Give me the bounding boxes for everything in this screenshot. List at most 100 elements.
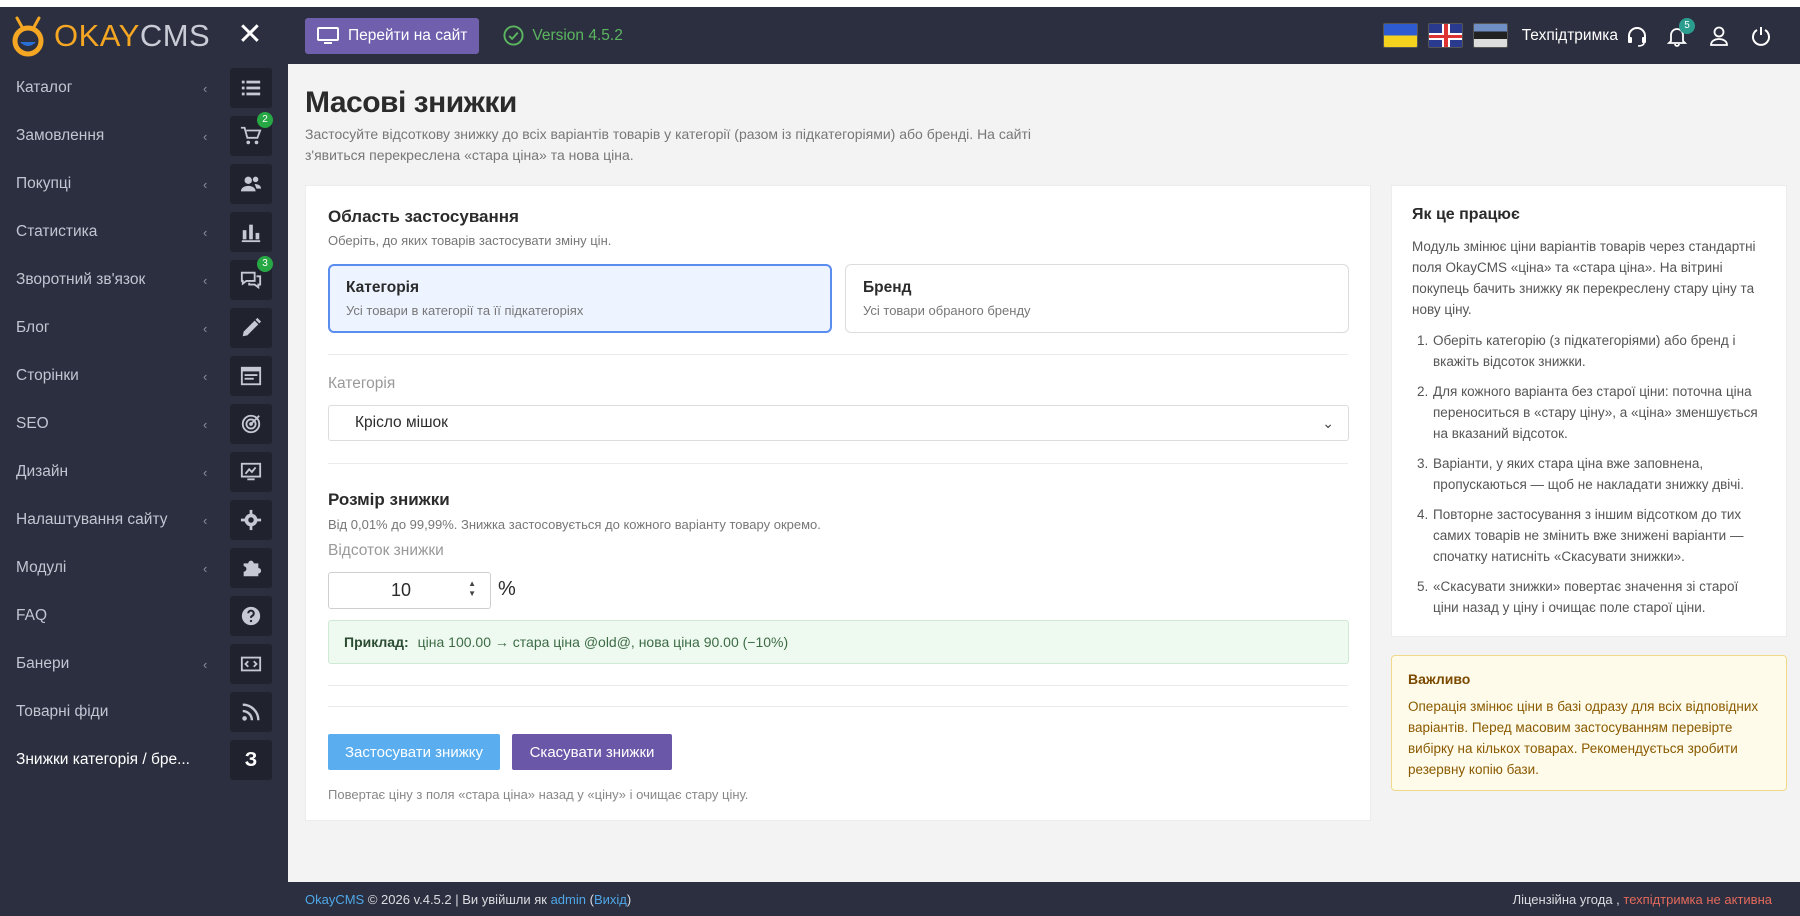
sidebar-item-orders[interactable]: Замовлення ‹ 2 [0,112,288,160]
how-step: Оберіть категорію (з підкатегоріями) або… [1432,330,1766,372]
sidebar-item-faq[interactable]: FAQ [0,592,288,640]
topbar: Перейти на сайт Version 4.5.2 Техпідтрим… [288,7,1800,64]
users-icon [230,164,272,204]
sidebar-item-blog[interactable]: Блог ‹ [0,304,288,352]
scope-option-title: Бренд [863,279,912,296]
feedback-count-badge: 3 [257,256,273,272]
logo-text: OKAYCMS [54,18,210,54]
how-step: Повторне застосування з іншим відсотком … [1432,504,1766,567]
profile-button[interactable] [1698,15,1740,57]
logo-cms: CMS [139,17,211,53]
sidebar-item-label: Налаштування сайту [16,511,168,528]
support-status-link[interactable]: техпідтримка не активна [1623,892,1772,907]
notifications-badge: 5 [1679,17,1695,34]
how-intro: Модуль змінює ціни варіантів товарів чер… [1412,239,1756,317]
warning-title: Важливо [1408,671,1471,687]
license-link[interactable]: Ліцензійна угода , [1513,892,1620,907]
bar-chart-icon [230,212,272,252]
support-link[interactable]: Техпідтримка [1522,25,1648,47]
orders-count-badge: 2 [257,112,273,128]
chevron-left-icon: ‹ [203,368,208,384]
gear-icon [230,500,272,540]
footer: OkayCMS © 2026 v.4.5.2 | Ви увійшли як a… [288,882,1800,916]
chevron-left-icon: ‹ [203,176,208,192]
okay-logo-icon [10,14,46,58]
category-select-value: Крісло мішок [355,414,448,431]
warning-card: Важливо Операція змінює ціни в базі одра… [1391,655,1787,791]
rss-icon [230,692,272,732]
sidebar-item-modules[interactable]: Модулі ‹ [0,544,288,592]
scope-title: Область застосування [328,207,519,226]
scope-option-desc: Усі товари в категорії та її підкатегорі… [346,303,584,318]
footer-user-link[interactable]: admin [551,892,586,907]
logout-button[interactable] [1740,15,1782,57]
sidebar-item-customers[interactable]: Покупці ‹ [0,160,288,208]
sidebar-item-label: SEO [16,415,49,432]
window-top-strip [0,0,1800,7]
how-steps-list: Оберіть категорію (з підкатегоріями) або… [1412,330,1766,618]
chevron-left-icon: ‹ [203,272,208,288]
banner-icon [230,644,272,684]
discount-percent-input[interactable]: 10 ▲ ▼ [328,572,491,609]
sidebar-item-seo[interactable]: SEO ‹ [0,400,288,448]
power-icon [1752,26,1770,46]
flag-estonia-icon[interactable] [1472,23,1508,48]
cancel-discounts-button[interactable]: Скасувати знижки [512,734,672,770]
check-circle-icon [503,25,524,46]
scope-option-brand[interactable]: Бренд Усі товари обраного бренду [845,264,1349,333]
go-to-site-button[interactable]: Перейти на сайт [305,17,480,54]
sidebar-item-banners[interactable]: Банери ‹ [0,640,288,688]
close-icon[interactable]: ✕ [236,20,264,50]
scope-option-category[interactable]: Категорія Усі товари в категорії та її п… [328,264,832,333]
warning-text: Операція змінює ціни в базі одразу для в… [1408,699,1759,777]
sidebar-item-label: Статистика [16,223,98,240]
chevron-left-icon: ‹ [203,320,208,336]
footer-paren-open: ( [585,891,594,907]
puzzle-icon [230,548,272,588]
chevron-left-icon: ‹ [203,560,208,576]
sidebar-item-label: Сторінки [16,367,79,384]
sidebar-item-statistics[interactable]: Статистика ‹ [0,208,288,256]
version-indicator: Version 4.5.2 [503,25,623,46]
divider [328,706,1348,707]
z-letter: З [244,748,258,771]
chevron-left-icon: ‹ [203,128,208,144]
monitor-icon [317,26,339,44]
notifications-button[interactable]: 5 [1656,15,1698,57]
sidebar-item-label: FAQ [16,607,48,624]
category-select[interactable]: Крісло мішок ⌄ [328,405,1349,441]
footer-copyright: © 2026 v.4.5.2 | Ви увійшли як [364,891,551,907]
footer-brand-link[interactable]: OkayCMS [305,892,364,907]
sidebar-item-discounts[interactable]: Знижки категорія / бре... З [0,736,288,784]
sidebar-item-catalog[interactable]: Каталог ‹ [0,64,288,112]
sidebar-menu: Каталог ‹ Замовлення ‹ 2 Покупці ‹ Стати… [0,64,288,784]
pencil-icon [230,308,272,348]
chevron-down-icon: ⌄ [1322,415,1334,431]
discount-subtitle: Від 0,01% до 99,99%. Знижка застосовуєть… [328,517,821,532]
go-to-site-label: Перейти на сайт [348,26,468,44]
sidebar-item-label: Блог [16,319,50,336]
discount-title: Розмір знижки [328,490,450,509]
flag-ukraine-icon[interactable] [1382,23,1418,48]
sidebar-item-product-feeds[interactable]: Товарні фіди [0,688,288,736]
sidebar-item-site-settings[interactable]: Налаштування сайту ‹ [0,496,288,544]
chevron-left-icon: ‹ [203,656,208,672]
apply-discount-button[interactable]: Застосувати знижку [328,734,500,770]
sidebar-item-feedback[interactable]: Зворотний зв'язок ‹ 3 [0,256,288,304]
divider [328,354,1348,355]
divider [328,463,1348,464]
question-icon [230,596,272,636]
footer-logout-link[interactable]: Вихід [594,892,627,907]
cancel-hint: Повертає ціну з поля «стара ціна» назад … [328,787,749,802]
topbar-right: Техпідтримка 5 [1382,7,1800,64]
sidebar-item-label: Зворотний зв'язок [16,271,146,288]
sidebar-item-label: Дизайн [16,463,69,480]
sidebar-item-design[interactable]: Дизайн ‹ [0,448,288,496]
flag-uk-icon[interactable] [1427,23,1463,48]
how-step: Варіанти, у яких стара ціна вже заповнен… [1432,453,1766,495]
sidebar-item-label: Знижки категорія / бре... [16,751,190,768]
example-text: ціна 100.00 → стара ціна @old@, нова цін… [417,634,789,650]
sidebar-item-pages[interactable]: Сторінки ‹ [0,352,288,400]
chevron-left-icon: ‹ [203,512,208,528]
spinner-arrows-icon[interactable]: ▲ ▼ [468,579,476,599]
